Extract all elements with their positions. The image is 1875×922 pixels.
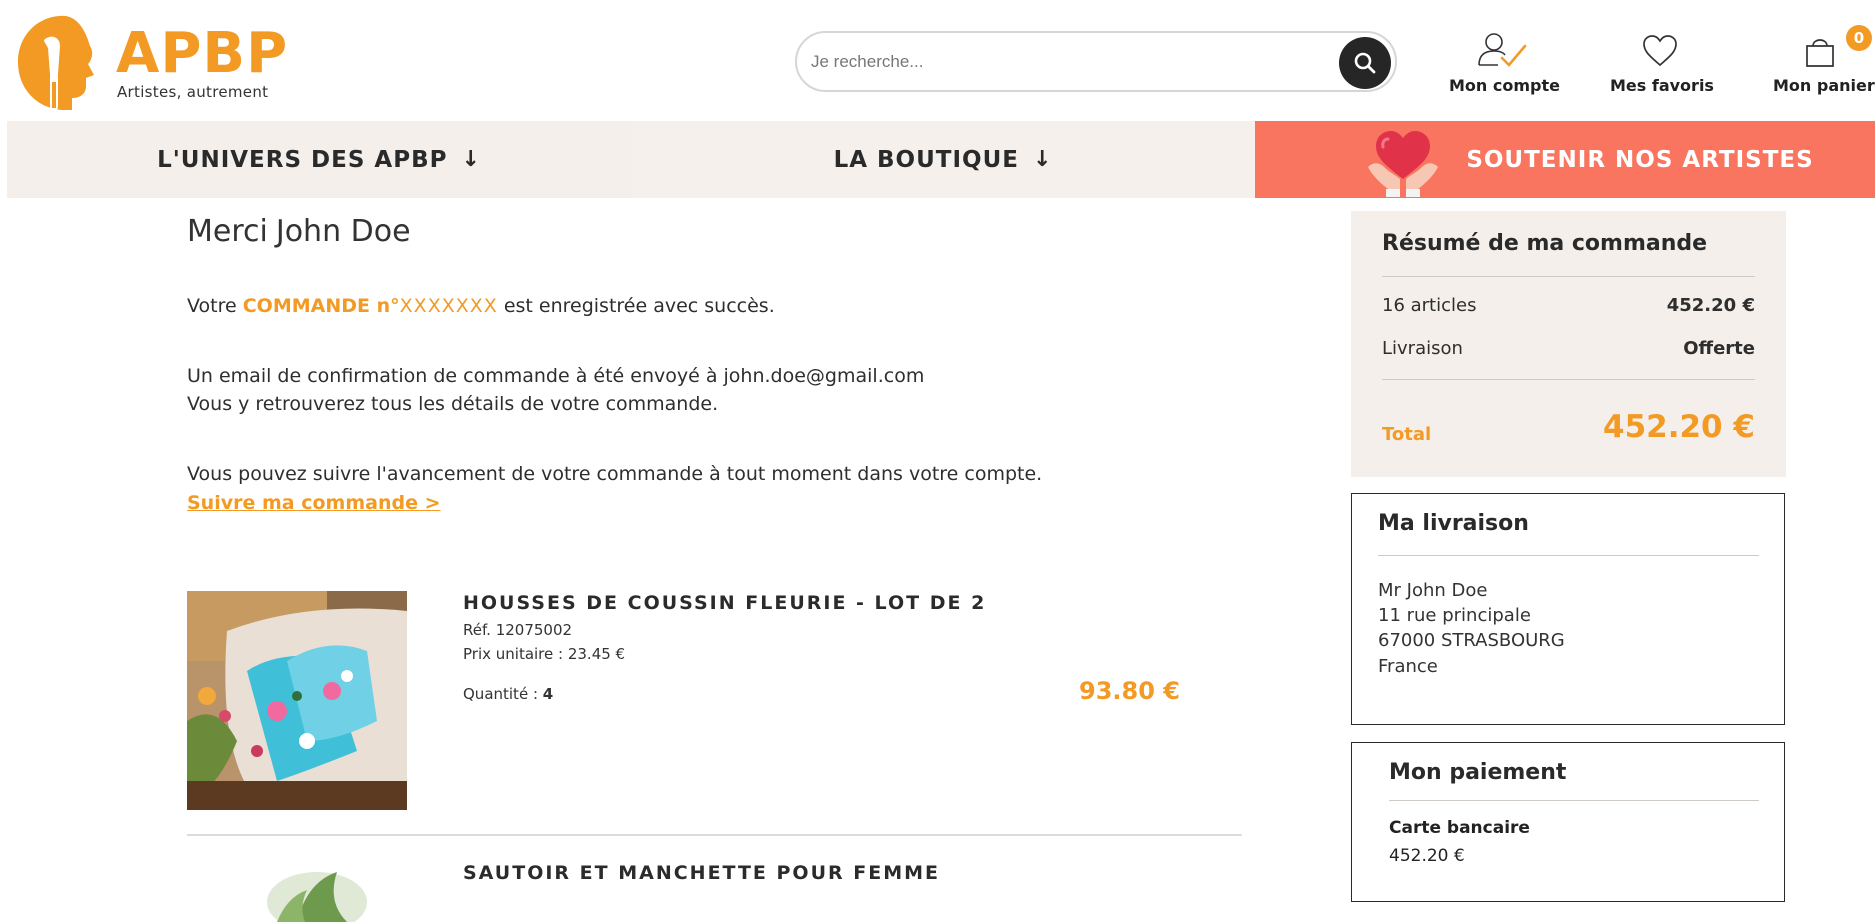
favorites-label: Mes favoris [1610,76,1714,95]
delivery-box: Ma livraison Mr John Doe 11 rue principa… [1351,493,1785,725]
product-quantity: Quantité : 4 [463,685,553,703]
delivery-city: 67000 STRASBOURG [1378,630,1565,651]
follow-order-link[interactable]: Suivre ma commande > [187,489,441,517]
product-image[interactable] [187,862,407,922]
nav-soutenir-label: SOUTENIR NOS ARTISTES [1466,146,1814,173]
divider [1382,276,1755,277]
nav-soutenir[interactable]: SOUTENIR NOS ARTISTES [1255,121,1875,198]
quantity-value: 4 [542,685,554,703]
customer-email: john.doe@gmail.com [723,365,925,387]
payment-amount: 452.20 € [1389,846,1465,866]
account-label: Mon compte [1449,76,1560,95]
order-summary: Résumé de ma commande 16 articles 452.20… [1351,211,1786,477]
main-nav: L'UNIVERS DES APBP ↓ LA BOUTIQUE ↓ SOUTE… [7,121,1875,198]
arrow-down-icon: ↓ [461,147,481,172]
arrow-down-icon: ↓ [1032,147,1053,172]
payment-method: Carte bancaire [1389,818,1530,838]
email-confirmation-text: Un email de confirmation de commande à é… [187,362,924,418]
shipping-value: Offerte [1683,338,1755,359]
cart-label: Mon panier [1773,76,1875,95]
brand-name: APBP [116,21,289,86]
total-label: Total [1382,423,1432,445]
product-unit-price: Prix unitaire : 23.45 € [463,645,626,663]
order-item: HOUSSES DE COUSSIN FLEURIE - LOT DE 2 Ré… [187,580,1242,836]
nav-univers[interactable]: L'UNIVERS DES APBP ↓ [7,121,631,198]
delivery-address: Mr John Doe 11 rue principale 67000 STRA… [1378,578,1565,679]
summary-total-row: Total 452.20 € [1382,409,1755,445]
order-status-line: Votre COMMANDE n°XXXXXXX est enregistrée… [187,292,775,320]
cart-count-badge: 0 [1846,25,1872,51]
order-suffix: est enregistrée avec succès. [503,295,775,317]
details-line: Vous y retrouverez tous les détails de v… [187,393,719,415]
delivery-street: 11 rue principale [1378,605,1531,626]
summary-articles-row: 16 articles 452.20 € [1382,295,1755,316]
product-total-price: 93.80 € [1079,677,1180,705]
payment-box: Mon paiement Carte bancaire 452.20 € [1351,742,1785,902]
account-link[interactable]: Mon compte [1449,28,1560,95]
order-number: XXXXXXX [399,295,498,317]
shipping-label: Livraison [1382,338,1463,359]
nav-boutique[interactable]: LA BOUTIQUE ↓ [631,121,1255,198]
total-value: 452.20 € [1603,409,1755,445]
heart-icon [1643,35,1677,67]
delivery-name: Mr John Doe [1378,580,1488,601]
order-prefix: Votre [187,295,237,317]
order-item: SAUTOIR ET MANCHETTE POUR FEMME [187,850,1242,922]
divider [1378,555,1759,556]
shopping-bag-icon [1806,39,1834,67]
articles-value: 452.20 € [1666,295,1755,316]
brand-logo-mark [18,15,94,111]
search-bar [795,31,1397,92]
search-button[interactable] [1339,37,1391,89]
site-header: APBP Artistes, autrement Mon compte [0,0,1875,120]
quantity-label: Quantité : [463,685,538,703]
order-confirmation: Merci John Doe Votre COMMANDE n°XXXXXXX e… [187,210,1242,922]
brand-tagline: Artistes, autrement [117,83,269,101]
divider [1382,379,1755,380]
product-ref: Réf. 12075002 [463,621,573,639]
email-line: Un email de confirmation de commande à é… [187,365,718,387]
product-title[interactable]: HOUSSES DE COUSSIN FLEURIE - LOT DE 2 [463,592,986,614]
search-input[interactable] [811,33,1311,90]
follow-order-text: Vous pouvez suivre l'avancement de votre… [187,460,1042,517]
divider [1389,800,1759,801]
articles-label: 16 articles [1382,295,1477,316]
customer-name: John Doe [275,214,411,249]
product-image[interactable] [187,591,407,810]
delivery-title: Ma livraison [1378,511,1529,536]
order-label: COMMANDE n° [242,295,400,317]
user-check-icon [1478,33,1527,67]
heart-hands-icon [1368,131,1438,197]
merci-text: Merci [187,214,268,249]
summary-title: Résumé de ma commande [1382,231,1708,256]
payment-title: Mon paiement [1389,760,1567,785]
follow-line: Vous pouvez suivre l'avancement de votre… [187,463,1043,485]
favorites-link[interactable]: Mes favoris [1610,28,1714,95]
summary-shipping-row: Livraison Offerte [1382,338,1755,359]
nav-univers-label: L'UNIVERS DES APBP [157,146,448,173]
brand-logo[interactable]: APBP Artistes, autrement [14,12,314,112]
nav-boutique-label: LA BOUTIQUE [833,146,1019,173]
page-title: Merci John Doe [187,214,1242,249]
delivery-country: France [1378,656,1438,677]
cart-link[interactable]: 0 Mon panier [1773,25,1875,95]
search-icon [1354,52,1376,74]
product-title[interactable]: SAUTOIR ET MANCHETTE POUR FEMME [463,862,940,884]
